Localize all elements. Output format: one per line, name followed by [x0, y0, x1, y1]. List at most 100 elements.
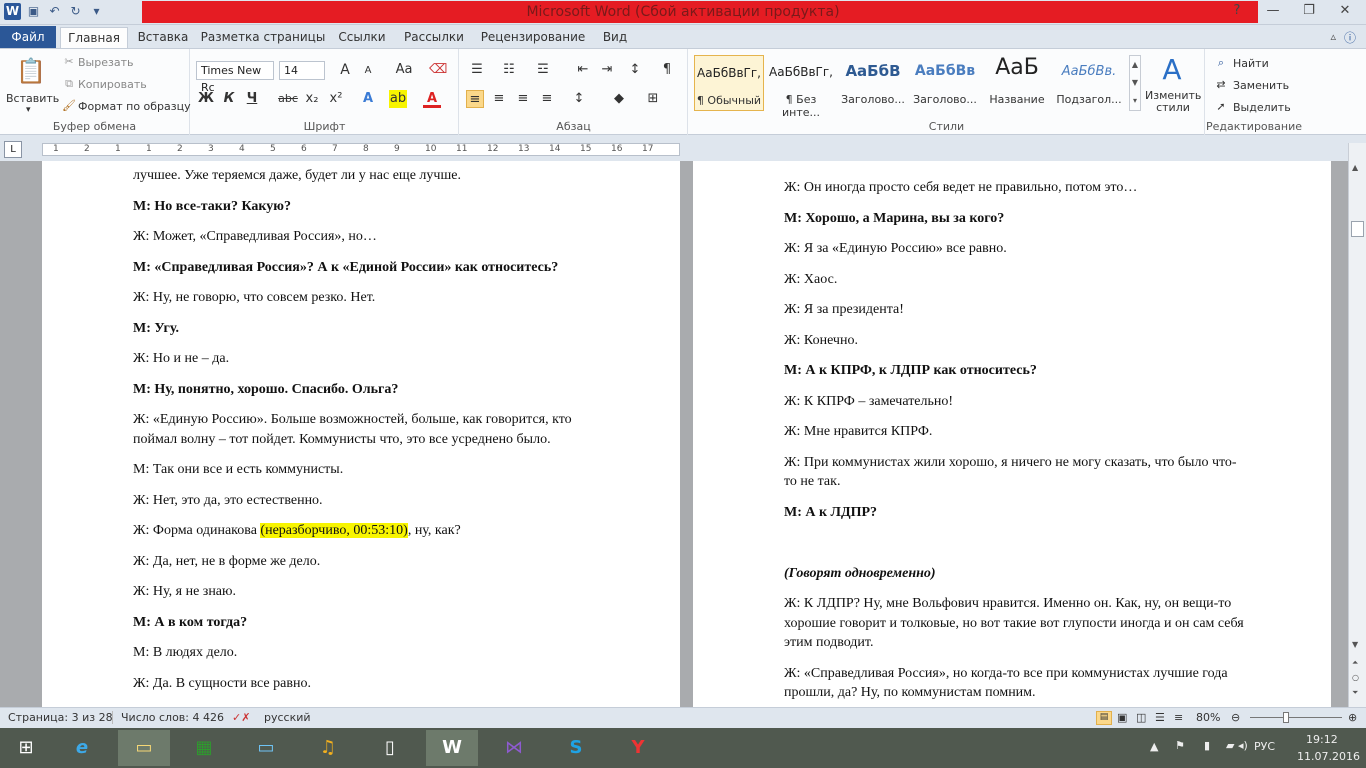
doc-paragraph[interactable]: Ж: Хаос. [784, 270, 837, 290]
flag-icon[interactable]: ⚑ [1175, 739, 1185, 752]
style-title[interactable]: АаБ Название [982, 55, 1052, 111]
doc-paragraph[interactable]: М: Так они все и есть коммунисты. [133, 460, 343, 480]
doc-paragraph[interactable]: Ж: Он иногда просто себя ведет не правил… [784, 178, 1137, 198]
proofing-icon[interactable]: ✓✗ [232, 711, 250, 724]
multilevel-list-icon[interactable]: ☲ [534, 61, 552, 79]
zoom-in-icon[interactable]: ⊕ [1348, 711, 1357, 724]
cut-button[interactable]: Вырезать [78, 56, 133, 69]
music-app-icon[interactable]: ♫ [302, 730, 354, 766]
language-indicator[interactable]: русский [264, 711, 311, 724]
restore-button[interactable]: ❐ [1294, 2, 1324, 20]
volume-icon[interactable]: ◂) [1238, 739, 1248, 752]
vertical-scrollbar[interactable]: ▲ ▼ ⏶ ○ ⏷ [1348, 143, 1366, 707]
text-effects-icon[interactable]: A [359, 90, 377, 108]
tab-selector[interactable]: L [4, 141, 22, 158]
shading-icon[interactable]: ◆ [610, 90, 628, 108]
show-marks-icon[interactable]: ¶ [658, 61, 676, 79]
doc-paragraph[interactable]: М: «Справедливая Россия»? А к «Единой Ро… [133, 258, 558, 278]
style-subtitle[interactable]: АаБбВв. Подзагол... [1054, 55, 1124, 111]
paste-dropdown-icon[interactable]: ▾ [26, 105, 31, 115]
doc-paragraph[interactable]: Ж: К КПРФ – замечательно! [784, 392, 953, 412]
zoom-slider[interactable] [1250, 717, 1342, 718]
align-center-icon[interactable]: ≡ [490, 90, 508, 108]
doc-paragraph[interactable]: Ж: Я за президента! [784, 300, 904, 320]
font-color-icon[interactable]: A [423, 90, 441, 108]
doc-paragraph[interactable]: М: Ну, понятно, хорошо. Спасибо. Ольга? [133, 380, 398, 400]
doc-paragraph[interactable]: Ж: Мне нравится КПРФ. [784, 422, 932, 442]
justify-icon[interactable]: ≡ [538, 90, 556, 108]
clock-time[interactable]: 19:12 [1306, 733, 1338, 746]
doc-paragraph[interactable]: Ж: «Справедливая Россия», но когда-то вс… [784, 664, 1228, 684]
doc-paragraph[interactable]: Ж: Ну, я не знаю. [133, 582, 236, 602]
doc-paragraph[interactable]: лучшее. Уже теряемся даже, будет ли у на… [133, 166, 461, 186]
paste-icon[interactable]: 📋 [16, 55, 46, 87]
doc-paragraph[interactable]: этим подводит. [784, 633, 873, 653]
tab-page-layout[interactable]: Разметка страницы [200, 27, 326, 48]
print-layout-icon[interactable]: ▤ [1096, 711, 1112, 725]
doc-paragraph[interactable]: Ж: Может, «Справедливая Россия», но… [133, 227, 377, 247]
doc-paragraph[interactable]: хорошие говорит и толковые, но вот такие… [784, 614, 1244, 634]
paste-button[interactable]: Вставить [6, 92, 59, 105]
doc-paragraph[interactable]: Ж: Ну, не говорю, что совсем резко. Нет. [133, 288, 375, 308]
doc-paragraph[interactable]: Ж: Я за «Единую Россию» все равно. [784, 239, 1007, 259]
doc-paragraph[interactable]: М: А в ком тогда? [133, 613, 247, 633]
prev-page-icon[interactable]: ⏶ [1352, 658, 1358, 668]
start-icon[interactable]: ⊞ [0, 730, 52, 766]
styles-scroll[interactable]: ▲ ▼ ▾ [1129, 55, 1141, 111]
outline-icon[interactable]: ☰ [1155, 711, 1165, 724]
style-no-spacing[interactable]: АаБбВвГг, ¶ Без инте... [766, 55, 836, 119]
next-page-icon[interactable]: ⏷ [1352, 688, 1358, 698]
find-button[interactable]: Найти [1233, 57, 1269, 70]
web-layout-icon[interactable]: ◫ [1136, 711, 1146, 724]
doc-paragraph[interactable]: М: В людях дело. [133, 643, 237, 663]
increase-indent-icon[interactable]: ⇥ [598, 61, 616, 79]
skype-icon[interactable]: S [550, 730, 602, 766]
tab-file[interactable]: Файл [0, 26, 56, 48]
store-icon[interactable]: ▦ [178, 730, 230, 766]
scroll-thumb[interactable] [1351, 221, 1364, 237]
align-left-icon[interactable]: ≡ [466, 90, 484, 108]
doc-paragraph[interactable]: Ж: При коммунистах жили хорошо, я ничего… [784, 453, 1237, 473]
font-name-input[interactable]: Times New Rc [196, 61, 274, 94]
clear-formatting-icon[interactable]: ⌫ [429, 61, 447, 79]
doc-paragraph[interactable]: Ж: Нет, это да, это естественно. [133, 491, 323, 511]
select-button[interactable]: Выделить [1233, 101, 1291, 114]
doc-paragraph[interactable]: М: Угу. [133, 319, 179, 339]
document-icon[interactable]: ▯ [364, 730, 416, 766]
tab-references[interactable]: Ссылки [333, 27, 391, 48]
numbering-icon[interactable]: ☷ [500, 61, 518, 79]
save-icon[interactable]: ▣ [25, 3, 42, 20]
minimize-button[interactable]: — [1258, 2, 1288, 20]
sort-icon[interactable]: ↕ [626, 61, 644, 79]
horizontal-ruler[interactable]: 1 2 1 1 2 3 4 5 6 7 8 9 10 11 12 13 14 15 16 17 [42, 143, 680, 156]
tab-mailings[interactable]: Рассылки [398, 27, 470, 48]
italic-icon[interactable]: К [220, 90, 238, 108]
customize-qat-icon[interactable]: ▾ [88, 3, 105, 20]
redo-icon[interactable]: ↻ [67, 3, 84, 20]
doc-paragraph[interactable]: Ж: Но и не – да. [133, 349, 229, 369]
style-heading2[interactable]: АаБбВв Заголово... [910, 55, 980, 111]
grow-font-icon[interactable]: A [336, 61, 354, 79]
tab-home[interactable]: Главная [60, 27, 128, 48]
close-button[interactable]: ✕ [1330, 2, 1360, 20]
tab-review[interactable]: Рецензирование [478, 27, 588, 48]
tab-insert[interactable]: Вставка [134, 27, 192, 48]
subscript-icon[interactable]: x₂ [303, 90, 321, 108]
align-right-icon[interactable]: ≡ [514, 90, 532, 108]
doc-paragraph[interactable]: Ж: К ЛДПР? Ну, мне Вольфович нравится. И… [784, 594, 1231, 614]
underline-icon[interactable]: Ч [243, 90, 261, 108]
change-styles-button[interactable]: Изменить стили [1145, 90, 1201, 114]
doc-paragraph[interactable]: М: А к ЛДПР? [784, 503, 877, 523]
doc-paragraph[interactable]: Ж: «Единую Россию». Больше возможностей,… [133, 410, 572, 430]
doc-paragraph[interactable]: прошли, да? Ну, по коммунистам помним. [784, 683, 1036, 703]
battery-icon[interactable]: ▮ [1204, 739, 1210, 752]
zoom-level[interactable]: 80% [1196, 711, 1220, 724]
doc-paragraph-highlighted[interactable]: Ж: Форма одинакова (неразборчиво, 00:53:… [133, 521, 461, 541]
word-count[interactable]: Число слов: 4 426 [112, 711, 224, 724]
browse-object-icon[interactable]: ○ [1352, 673, 1359, 682]
page-left[interactable]: лучшее. Уже теряемся даже, будет ли у на… [42, 161, 680, 707]
doc-paragraph[interactable]: (Говорят одновременно) [784, 564, 936, 584]
network-icon[interactable]: ▰ [1226, 739, 1234, 752]
superscript-icon[interactable]: x² [327, 90, 345, 108]
doc-paragraph[interactable]: Ж: Да. В сущности все равно. [133, 674, 311, 694]
